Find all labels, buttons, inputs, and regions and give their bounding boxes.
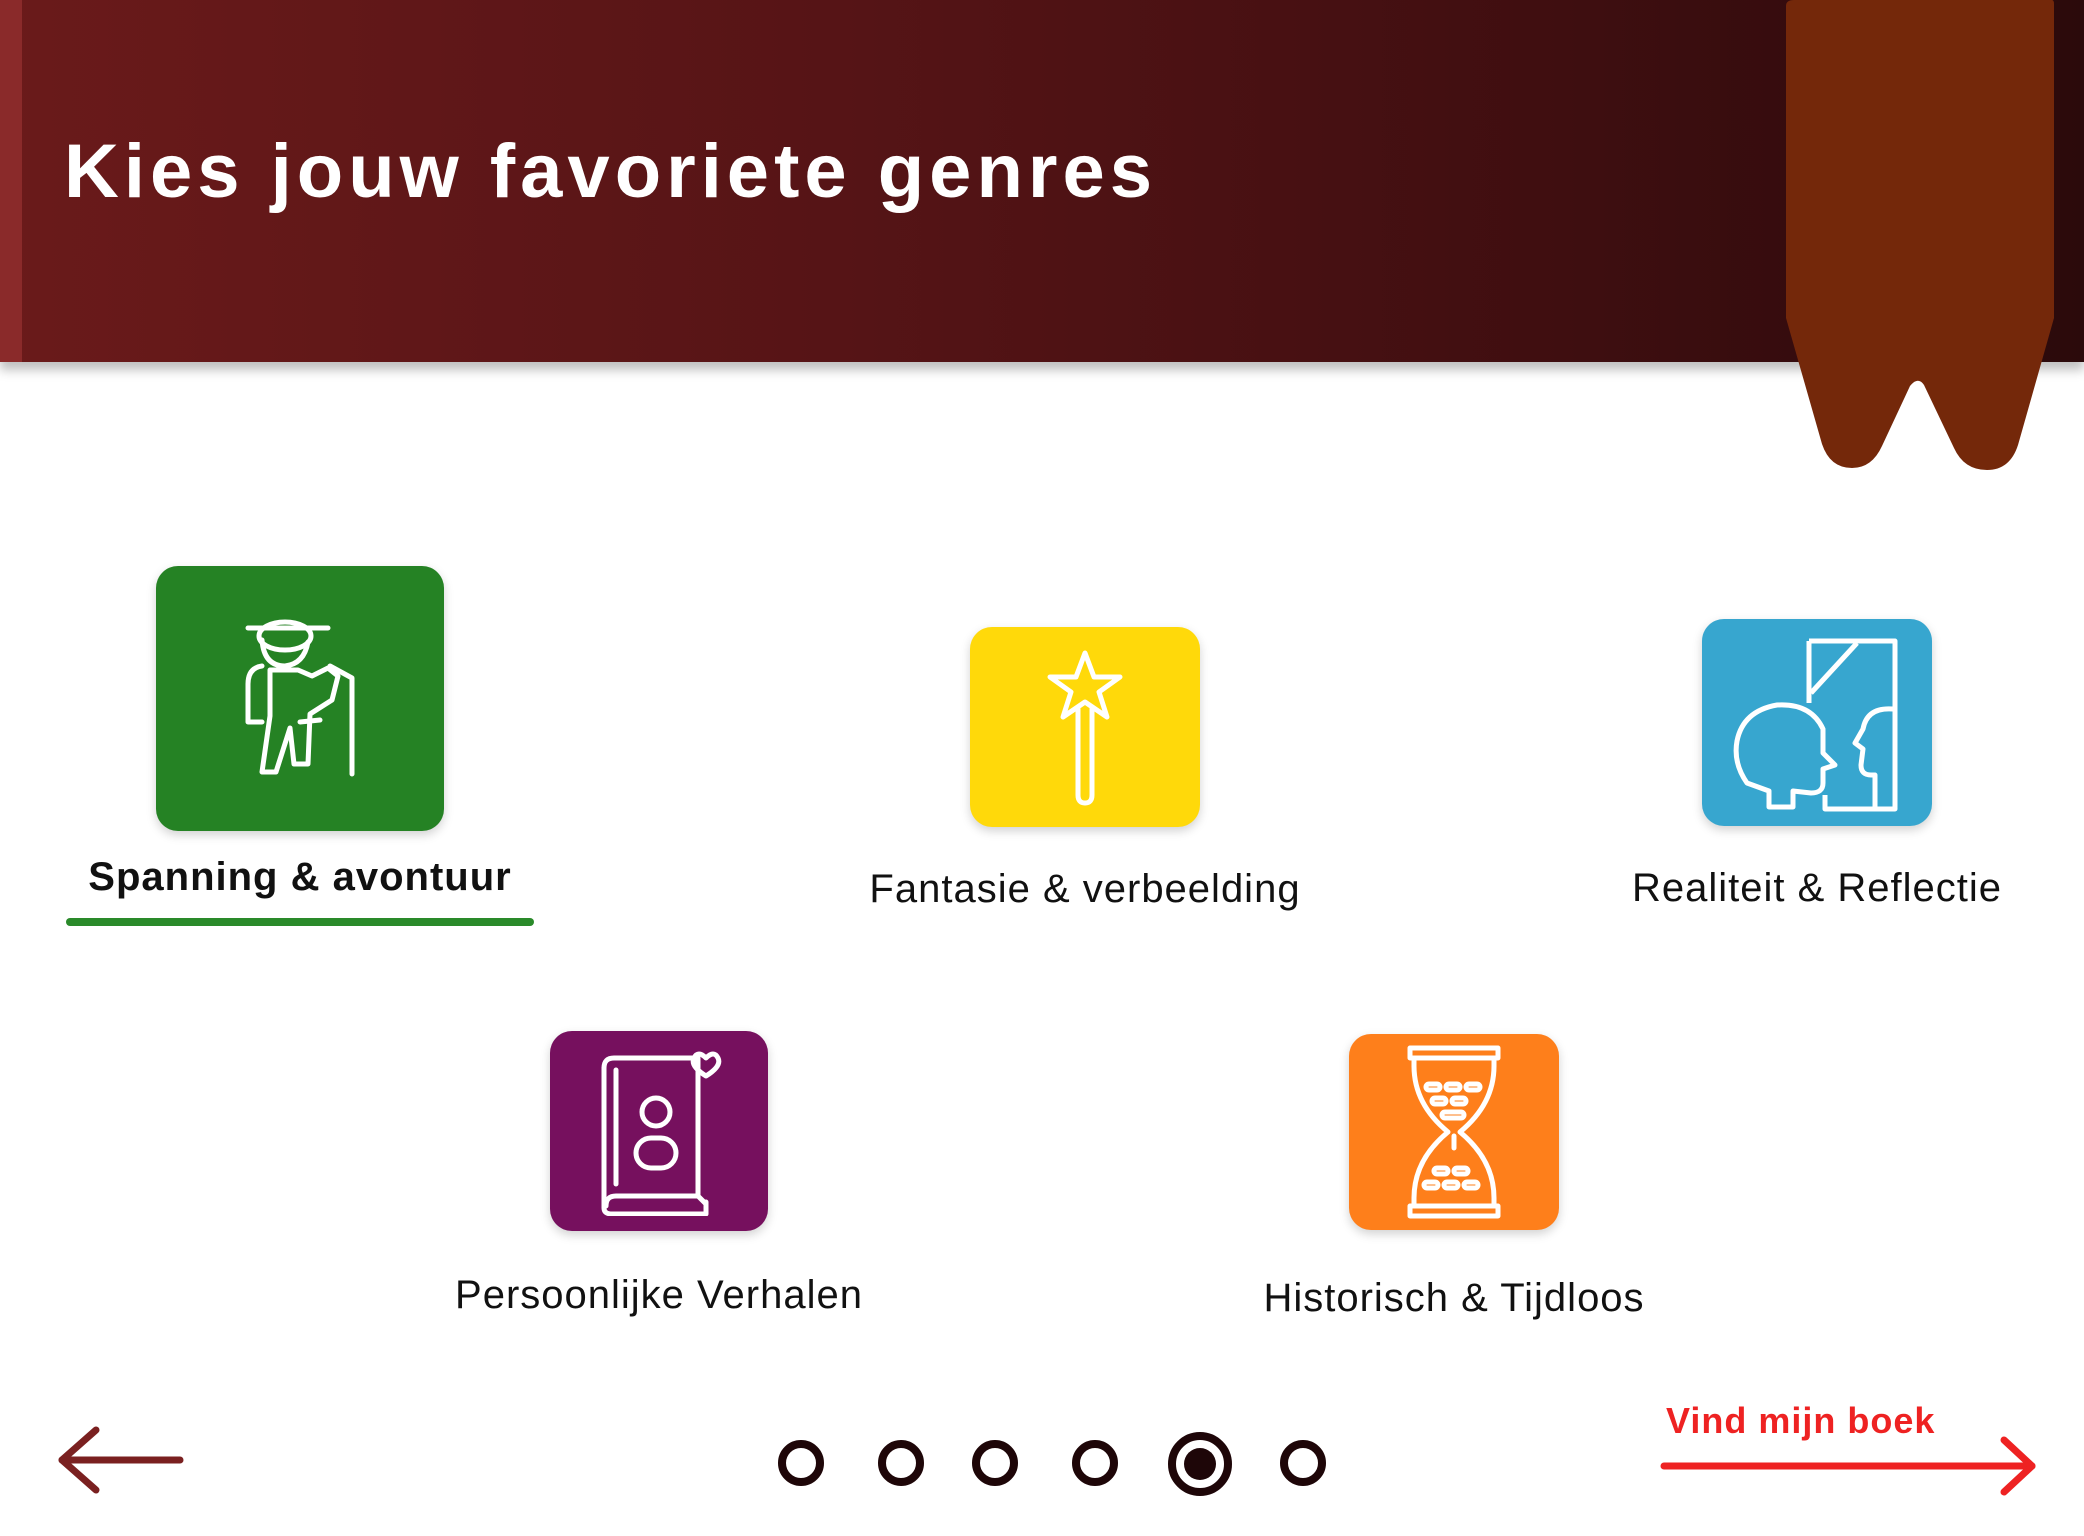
pagination-dot-1[interactable] xyxy=(778,1440,824,1486)
genre-tile[interactable] xyxy=(1349,1034,1559,1230)
pagination-dot-2[interactable] xyxy=(878,1440,924,1486)
header-banner: Kies jouw favoriete genres xyxy=(0,0,2084,362)
pagination-dot-4[interactable] xyxy=(1072,1440,1118,1486)
pagination-dot-6[interactable] xyxy=(1280,1440,1326,1486)
bookmark-ribbon-icon xyxy=(1786,0,2054,470)
magic-wand-icon xyxy=(1047,650,1123,806)
genre-tile[interactable] xyxy=(156,566,444,831)
biography-book-icon xyxy=(601,1051,722,1216)
genre-realiteit-reflectie[interactable]: Realiteit & Reflectie xyxy=(1577,619,2057,911)
genre-label: Fantasie & verbeelding xyxy=(869,867,1301,911)
hiker-icon xyxy=(245,619,355,776)
genre-historisch-tijdloos[interactable]: Historisch & Tijdloos xyxy=(1224,1034,1684,1321)
genre-label: Historisch & Tijdloos xyxy=(1263,1276,1645,1320)
genre-spanning-avontuur[interactable]: Spanning & avontuur xyxy=(60,566,540,926)
pagination-dot-3[interactable] xyxy=(972,1440,1018,1486)
pagination-dot-5-active[interactable] xyxy=(1168,1432,1232,1496)
pagination xyxy=(778,1432,1370,1502)
genre-persoonlijke-verhalen[interactable]: Persoonlijke Verhalen xyxy=(426,1031,892,1318)
genre-label: Spanning & avontuur xyxy=(88,855,512,899)
arrow-right-icon[interactable] xyxy=(1660,1434,2040,1498)
genre-tile[interactable] xyxy=(970,627,1200,827)
arrow-left-icon[interactable] xyxy=(56,1424,186,1494)
page-title: Kies jouw favoriete genres xyxy=(64,129,1157,214)
hourglass-icon xyxy=(1407,1045,1501,1219)
genre-label: Persoonlijke Verhalen xyxy=(455,1273,863,1317)
find-my-book-link[interactable]: Vind mijn boek xyxy=(1660,1398,2040,1498)
selected-underline xyxy=(66,918,534,926)
mirror-reflection-icon xyxy=(1733,638,1898,811)
genre-tile[interactable] xyxy=(550,1031,768,1231)
genre-tile[interactable] xyxy=(1702,619,1932,826)
genre-fantasie-verbeelding[interactable]: Fantasie & verbeelding xyxy=(845,627,1325,912)
genre-label: Realiteit & Reflectie xyxy=(1631,866,2003,910)
header-edge xyxy=(0,0,22,362)
